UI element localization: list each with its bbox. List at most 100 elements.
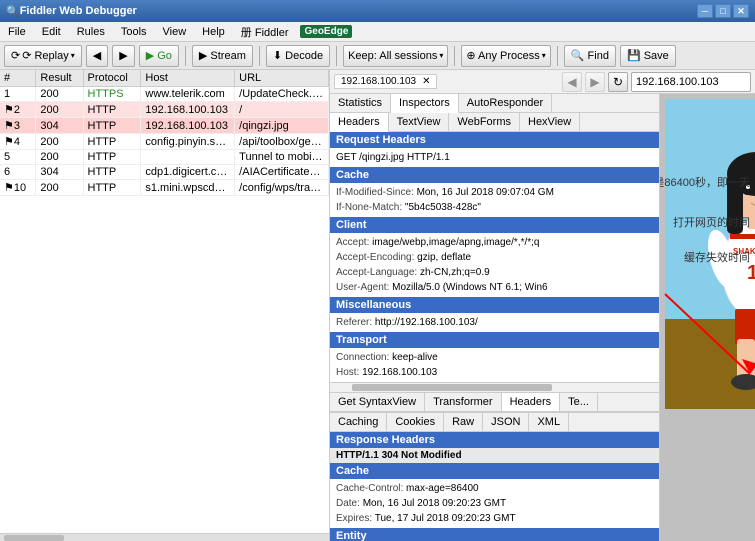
tab-raw[interactable]: Raw: [444, 413, 483, 431]
connection-field: Connection: keep-alive: [336, 350, 653, 365]
stream-button[interactable]: ▶ Stream: [192, 45, 253, 67]
save-button[interactable]: 💾 Save: [620, 45, 676, 67]
close-button[interactable]: ✕: [733, 4, 749, 18]
referer-field: Referer: http://192.168.100.103/: [336, 315, 653, 330]
replay-button[interactable]: ⟳ ⟳ Replay ▾: [4, 45, 82, 67]
tab-statistics[interactable]: Statistics: [330, 94, 391, 112]
accept-encoding-field: Accept-Encoding: gzip, deflate: [336, 250, 653, 265]
close-tab-icon[interactable]: ✕: [422, 76, 430, 87]
tab-caching[interactable]: Caching: [330, 413, 387, 431]
row-protocol: HTTP: [83, 165, 141, 180]
svg-text:10: 10: [747, 262, 755, 284]
table-row[interactable]: 6 304 HTTP cdp1.digicert.com /AIACertifi…: [0, 165, 329, 180]
table-row[interactable]: ⚑2 200 HTTP 192.168.100.103 /: [0, 102, 329, 118]
annotation-cache-time: 缓存时间是86400秒，即一天: [660, 174, 750, 190]
row-result: 200: [36, 134, 83, 150]
menu-fiddler[interactable]: 册 Fiddler: [237, 22, 293, 42]
table-row[interactable]: 1 200 HTTPS www.telerik.com /UpdateCheck…: [0, 87, 329, 102]
row-host: 192.168.100.103: [141, 118, 235, 134]
row-url: /: [235, 102, 329, 118]
minimize-button[interactable]: ─: [697, 4, 713, 18]
row-host: config.pinyin.sogou...: [141, 134, 235, 150]
menu-file[interactable]: File: [4, 24, 30, 40]
row-host: 192.168.100.103: [141, 102, 235, 118]
row-url: Tunnel to mobile.pipe.aria.microsoft: [235, 150, 329, 165]
cache-control-field: Cache-Control: max-age=86400: [336, 481, 653, 496]
tab-json[interactable]: JSON: [483, 413, 529, 431]
date-field: Date: Mon, 16 Jul 2018 09:20:23 GMT: [336, 496, 653, 511]
content-scrollbar-thumb: [352, 384, 552, 391]
find-button[interactable]: 🔍 Find: [564, 45, 616, 67]
tab-headers[interactable]: Headers: [330, 113, 389, 132]
tab-get-syntax-view[interactable]: Get SyntaxView: [330, 393, 425, 411]
decode-button[interactable]: ⬇ Decode: [266, 45, 330, 67]
toolbar: ⟳ ⟳ Replay ▾ ◀ ▶ ▶ Go ▶ Stream ⬇ Decode …: [0, 42, 755, 70]
browser-tab[interactable]: 192.168.100.103 ✕: [334, 74, 437, 89]
table-row[interactable]: ⚑4 200 HTTP config.pinyin.sogou... /api/…: [0, 134, 329, 150]
horizontal-scrollbar[interactable]: [0, 533, 329, 541]
table-row[interactable]: ⚑10 200 HTTP s1.mini.wpscdn.cn /config/w…: [0, 180, 329, 196]
tab-te[interactable]: Te...: [560, 393, 598, 411]
client-section-header: Client: [330, 217, 659, 233]
row-result: 200: [36, 150, 83, 165]
inspector-tab-bar: Statistics Inspectors AutoResponder: [330, 94, 659, 113]
menu-rules[interactable]: Rules: [73, 24, 109, 40]
main-container: # Result Protocol Host URL 1 200 HTTPS w…: [0, 70, 755, 541]
image-preview-section: 10 SHAKERS: [660, 94, 755, 541]
tab-autoresponder[interactable]: AutoResponder: [459, 94, 552, 112]
keep-dropdown-arrow: ▾: [439, 51, 443, 60]
menu-view[interactable]: View: [159, 24, 191, 40]
tab-headers-bottom[interactable]: Headers: [502, 393, 561, 411]
bottom-tab-bar: Get SyntaxView Transformer Headers Te...: [330, 392, 659, 412]
back-button[interactable]: ◀: [86, 45, 108, 67]
transport-section-content: Connection: keep-alive Host: 192.168.100…: [330, 348, 659, 382]
scrollbar-thumb: [4, 535, 64, 541]
inspector-sub-tab-bar: Headers TextView WebForms HexView: [330, 113, 659, 132]
any-process-dropdown[interactable]: ⊕ Any Process ▾: [461, 45, 550, 67]
inspector-left: Statistics Inspectors AutoResponder Head…: [330, 94, 660, 541]
process-dropdown-arrow: ▾: [542, 51, 546, 60]
http-status: HTTP/1.1 304 Not Modified: [336, 450, 462, 461]
col-host: Host: [141, 70, 235, 87]
tab-cookies[interactable]: Cookies: [387, 413, 444, 431]
maximize-button[interactable]: □: [715, 4, 731, 18]
host-field: Host: 192.168.100.103: [336, 365, 653, 380]
tab-webforms[interactable]: WebForms: [449, 113, 520, 131]
content-scrollbar[interactable]: [330, 382, 659, 392]
tab-hexview[interactable]: HexView: [520, 113, 580, 131]
row-protocol: HTTP: [83, 102, 141, 118]
tab-textview[interactable]: TextView: [389, 113, 450, 131]
tab-inspectors[interactable]: Inspectors: [391, 94, 459, 113]
row-url: /UpdateCheck.aspx?isBe: [235, 87, 329, 102]
menu-edit[interactable]: Edit: [38, 24, 65, 40]
browser-back-button[interactable]: ◀: [562, 72, 582, 92]
row-id: ⚑3: [0, 118, 36, 134]
app-icon: 🔍: [6, 5, 20, 18]
request-table: # Result Protocol Host URL 1 200 HTTPS w…: [0, 70, 329, 196]
browser-address-bar: 192.168.100.103 ✕ ◀ ▶ ↻: [330, 70, 755, 94]
separator-1: [185, 46, 186, 66]
menu-help[interactable]: Help: [198, 24, 229, 40]
keep-sessions-dropdown[interactable]: Keep: All sessions ▾: [343, 45, 448, 67]
menu-tools[interactable]: Tools: [117, 24, 151, 40]
misc-section-content: Referer: http://192.168.100.103/: [330, 313, 659, 332]
browser-forward-button[interactable]: ▶: [585, 72, 605, 92]
tab-transformer[interactable]: Transformer: [425, 393, 502, 411]
tab-xml[interactable]: XML: [529, 413, 569, 431]
row-result: 304: [36, 118, 83, 134]
browser-refresh-button[interactable]: ↻: [608, 72, 628, 92]
window-controls: ─ □ ✕: [697, 4, 749, 18]
entity-section-header: Entity: [330, 528, 659, 541]
table-row[interactable]: 5 200 HTTP Tunnel to mobile.pipe.aria.mi…: [0, 150, 329, 165]
misc-section-header: Miscellaneous: [330, 297, 659, 313]
response-headers-title: Response Headers: [330, 432, 659, 448]
col-result: Result: [36, 70, 83, 87]
app-title: Fiddler Web Debugger: [20, 5, 137, 17]
address-input[interactable]: [631, 72, 751, 92]
go-button[interactable]: ▶ Go: [139, 45, 179, 67]
http-method: GET /qingzi.jpg HTTP/1.1: [336, 152, 450, 163]
forward-button[interactable]: ▶: [112, 45, 134, 67]
row-protocol: HTTPS: [83, 87, 141, 102]
table-row[interactable]: ⚑3 304 HTTP 192.168.100.103 /qingzi.jpg: [0, 118, 329, 134]
request-headers-scroll[interactable]: Request Headers GET /qingzi.jpg HTTP/1.1…: [330, 132, 659, 541]
